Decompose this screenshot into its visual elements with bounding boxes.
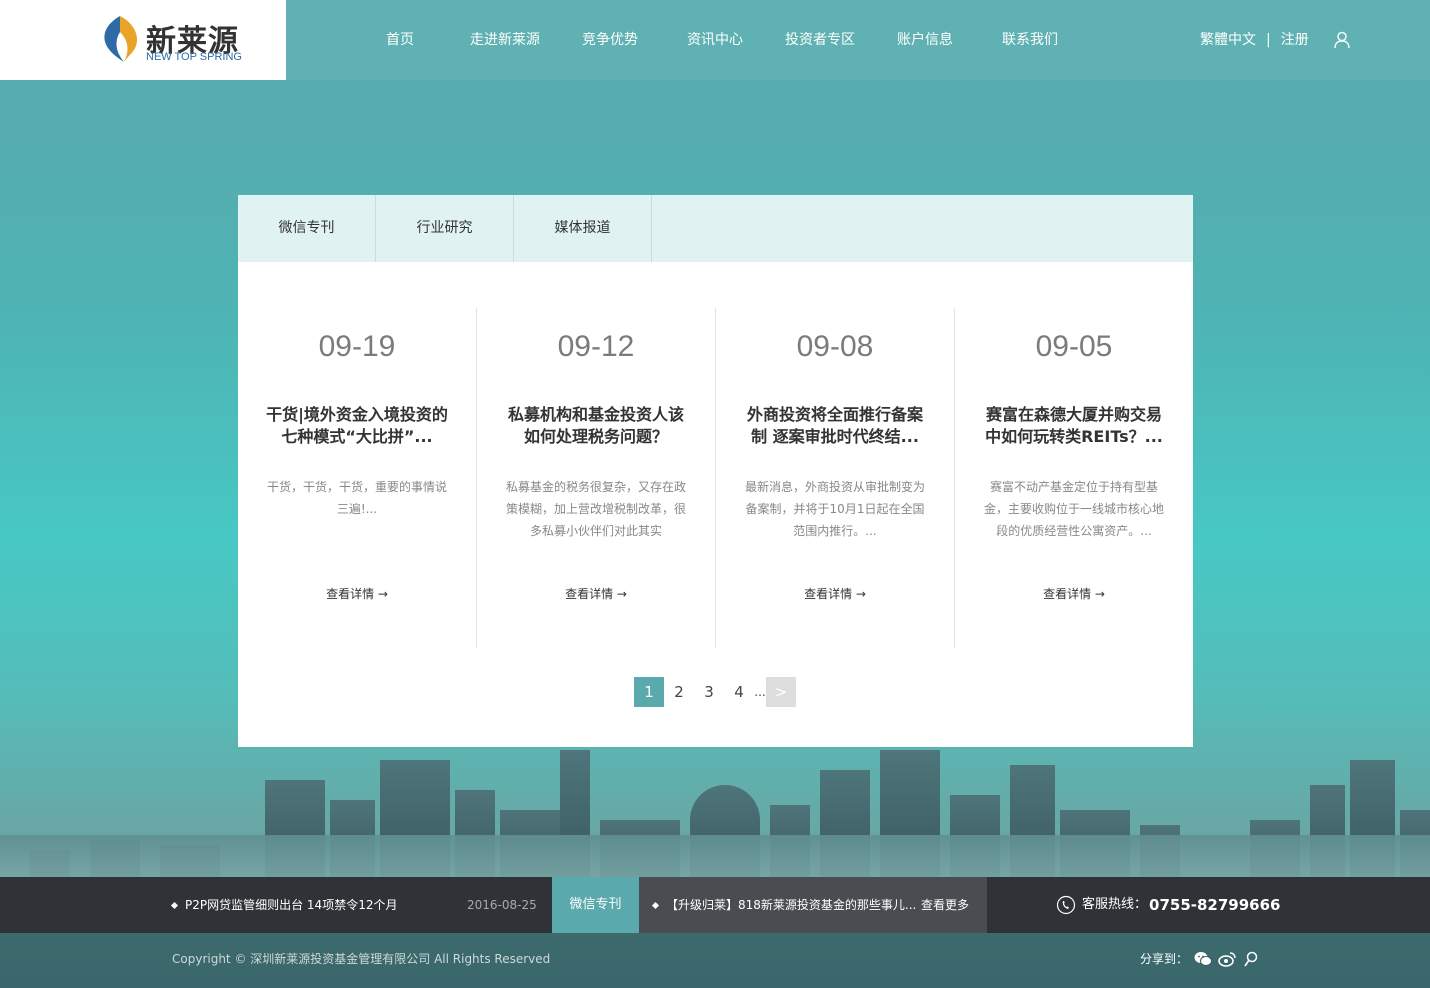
nav-item-about[interactable]: 走进新莱源 (440, 0, 570, 80)
article-item[interactable]: 09-08 外商投资将全面推行备案制 逐案审批时代终结... 最新消息，外商投资… (715, 308, 954, 648)
category-tabs: 微信专刊 行业研究 媒体报道 (238, 195, 1193, 262)
article-item[interactable]: 09-19 干货|境外资金入境投资的七种模式“大比拼”... 干货，干货，干货，… (238, 308, 476, 648)
tab-media-reports[interactable]: 媒体报道 (514, 195, 652, 262)
river-background (0, 835, 1430, 880)
pagination: 1 2 3 4 ... > (634, 677, 796, 707)
article-title[interactable]: 外商投资将全面推行备案制 逐案审批时代终结... (744, 404, 926, 448)
article-summary: 最新消息，外商投资从审批制变为备案制，并将于10月1日起在全国范围内推行。... (744, 480, 925, 538)
user-icon[interactable] (1333, 31, 1351, 49)
hotline-label: 客服热线： (1082, 897, 1148, 912)
nav-item-news[interactable]: 资讯中心 (650, 0, 780, 80)
article-date: 09-08 (796, 330, 874, 363)
article-summary: 干货，干货，干货，重要的事情说三遍!... (266, 480, 447, 516)
logo-icon (104, 16, 138, 62)
nav-item-account[interactable]: 账户信息 (860, 0, 990, 80)
article-title[interactable]: 赛富在森德大厦并购交易中如何玩转类REITs？... (983, 404, 1165, 448)
ticker-highlight: 【升级归莱】818新莱源投资基金的那些事儿... 查看更多 (639, 877, 987, 933)
nav-item-advantages[interactable]: 竞争优势 (570, 0, 650, 80)
news-card: 微信专刊 行业研究 媒体报道 09-19 干货|境外资金入境投资的七种模式“大比… (238, 195, 1193, 747)
share-label: 分享到： (1140, 952, 1189, 966)
ticker-news-link[interactable]: P2P网贷监管细则出台 14项禁令12个月 (170, 877, 398, 933)
hotline-number[interactable]: 0755-82799666 (1149, 877, 1280, 933)
article-date: 09-12 (557, 330, 635, 363)
article-date: 09-19 (318, 330, 396, 363)
view-details-link[interactable]: 查看详情 → (716, 585, 954, 602)
nav-item-home[interactable]: 首页 (360, 0, 440, 80)
bullet-icon (651, 901, 660, 910)
share-links: 分享到： (1140, 933, 1260, 985)
view-details-link[interactable]: 查看详情 → (238, 585, 476, 602)
divider: | (1266, 32, 1271, 48)
site-header: 新莱源 NEW TOP SPRING 首页 走进新莱源 竞争优势 资讯中心 投资… (0, 0, 1430, 80)
top-right-links: 繁體中文 | 注册 (1200, 0, 1351, 80)
view-details-link[interactable]: 查看详情 → (477, 585, 715, 602)
ticker-highlight-link[interactable]: 【升级归莱】818新莱源投资基金的那些事儿... (651, 877, 917, 933)
nav-item-contact[interactable]: 联系我们 (990, 0, 1070, 80)
page-ellipsis: ... (754, 685, 766, 699)
article-list: 09-19 干货|境外资金入境投资的七种模式“大比拼”... 干货，干货，干货，… (238, 308, 1193, 648)
news-ticker-bar: P2P网贷监管细则出台 14项禁令12个月 2016-08-25 微信专刊 【升… (0, 877, 1430, 933)
page-2-button[interactable]: 2 (664, 677, 694, 707)
footer: Copyright © 深圳新莱源投资基金管理有限公司 All Rights R… (0, 933, 1430, 988)
register-link[interactable]: 注册 (1281, 0, 1309, 80)
nav-item-investors[interactable]: 投资者专区 (780, 0, 860, 80)
article-title[interactable]: 私募机构和基金投资人该如何处理税务问题？ (505, 404, 687, 448)
wechat-icon[interactable] (1194, 951, 1213, 967)
logo[interactable]: 新莱源 NEW TOP SPRING (0, 0, 286, 80)
phone-icon (1056, 895, 1076, 915)
article-date: 09-05 (1035, 330, 1113, 363)
ticker-news-date: 2016-08-25 (467, 898, 537, 912)
weibo-icon[interactable] (1218, 951, 1236, 967)
article-item[interactable]: 09-12 私募机构和基金投资人该如何处理税务问题？ 私募基金的税务很复杂，又存… (476, 308, 715, 648)
ticker-news-text: P2P网贷监管细则出台 14项禁令12个月 (185, 898, 398, 912)
hotline: 客服热线： 0755-82799666 (1056, 877, 1281, 933)
page-1-button[interactable]: 1 (634, 677, 664, 707)
view-details-link[interactable]: 查看详情 → (955, 585, 1193, 602)
page-3-button[interactable]: 3 (694, 677, 724, 707)
logo-name-en: NEW TOP SPRING (146, 51, 242, 63)
ticker-highlight-text: 【升级归莱】818新莱源投资基金的那些事儿... (666, 898, 917, 912)
view-more-link[interactable]: 查看更多 (921, 877, 969, 933)
main-nav: 首页 走进新莱源 竞争优势 资讯中心 投资者专区 账户信息 联系我们 (360, 0, 1070, 80)
ticker-category-tab[interactable]: 微信专刊 (552, 877, 639, 933)
tab-industry-research[interactable]: 行业研究 (376, 195, 514, 262)
article-item[interactable]: 09-05 赛富在森德大厦并购交易中如何玩转类REITs？... 赛富不动产基金… (954, 308, 1193, 648)
article-summary: 赛富不动产基金定位于持有型基金，主要收购位于一线城市核心地段的优质经营性公寓资产… (983, 480, 1164, 538)
copyright-text: Copyright © 深圳新莱源投资基金管理有限公司 All Rights R… (172, 952, 551, 966)
tencent-weibo-icon[interactable] (1242, 951, 1260, 967)
tab-wechat[interactable]: 微信专刊 (238, 195, 376, 262)
article-title[interactable]: 干货|境外资金入境投资的七种模式“大比拼”... (266, 404, 448, 448)
page-4-button[interactable]: 4 (724, 677, 754, 707)
article-summary: 私募基金的税务很复杂，又存在政策模糊，加上营改增税制改革，很多私募小伙伴们对此其… (505, 480, 686, 538)
bullet-icon (170, 901, 179, 910)
language-switch[interactable]: 繁體中文 (1200, 0, 1256, 80)
next-page-button[interactable]: > (766, 677, 796, 707)
